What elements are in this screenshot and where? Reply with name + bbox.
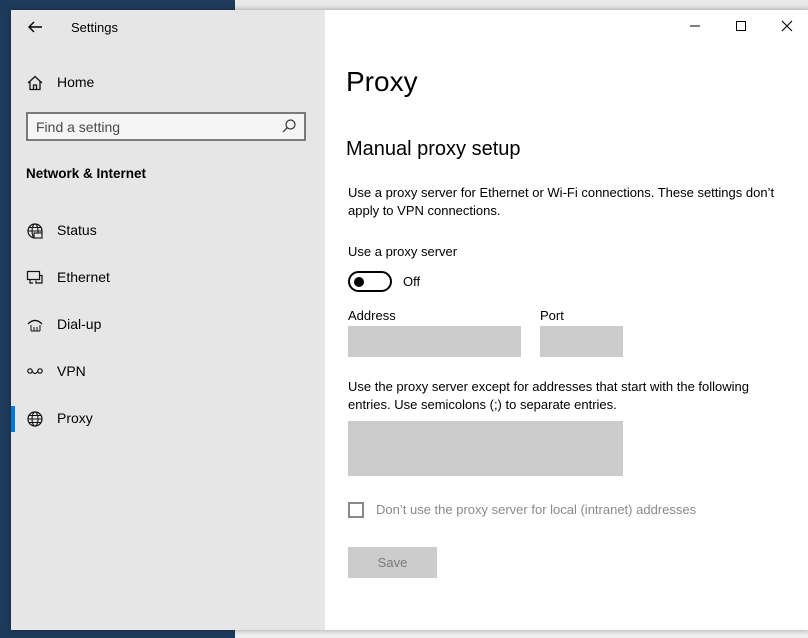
toggle-knob	[354, 277, 364, 287]
use-proxy-toggle[interactable]	[348, 271, 392, 292]
sidebar-item-label: Status	[57, 222, 97, 238]
sidebar-item-dial-up[interactable]: Dial-up	[11, 308, 325, 342]
minimize-button[interactable]	[672, 10, 718, 42]
vpn-icon	[25, 362, 45, 382]
sidebar-item-proxy[interactable]: Proxy	[11, 402, 325, 436]
sidebar-item-home[interactable]: Home	[11, 66, 325, 100]
section-heading: Network & Internet	[26, 166, 147, 181]
sidebar-item-label: Ethernet	[57, 269, 110, 285]
close-icon	[781, 20, 793, 32]
proxy-description: Use a proxy server for Ethernet or Wi-Fi…	[348, 185, 775, 218]
save-button[interactable]: Save	[348, 547, 437, 578]
back-arrow-icon	[28, 21, 42, 33]
sidebar-item-label: VPN	[57, 363, 86, 379]
search-box[interactable]	[26, 112, 306, 141]
close-button[interactable]	[764, 10, 808, 42]
maximize-button[interactable]	[718, 10, 764, 42]
search-icon[interactable]	[280, 117, 298, 135]
minimize-icon	[690, 25, 700, 27]
ethernet-icon	[25, 268, 45, 288]
port-field[interactable]	[540, 326, 623, 357]
sidebar: Settings Home Network & Internet Status	[11, 10, 325, 630]
sidebar-item-status[interactable]: Status	[11, 214, 325, 248]
back-button[interactable]	[25, 17, 45, 37]
port-label: Port	[540, 308, 564, 323]
toggle-state-label: Off	[403, 274, 421, 289]
sidebar-item-label: Dial-up	[57, 316, 102, 332]
maximize-icon	[736, 21, 746, 31]
exceptions-field[interactable]	[348, 421, 623, 476]
local-addresses-label[interactable]: Don’t use the proxy server for local (in…	[376, 502, 696, 517]
address-label: Address	[348, 308, 396, 323]
exceptions-description: Use the proxy server except for addresse…	[348, 379, 750, 412]
page-title: Proxy	[346, 66, 418, 97]
app-title: Settings	[71, 20, 118, 35]
search-input[interactable]	[36, 117, 276, 137]
globe-status-icon	[25, 221, 45, 241]
home-icon	[25, 73, 45, 93]
globe-icon	[25, 409, 45, 429]
dial-up-icon	[25, 315, 45, 335]
section-title: Manual proxy setup	[346, 138, 521, 160]
address-field[interactable]	[348, 326, 521, 357]
use-proxy-label: Use a proxy server	[348, 244, 458, 259]
settings-window: Settings Home Network & Internet Status	[11, 10, 808, 630]
sidebar-item-vpn[interactable]: VPN	[11, 355, 325, 389]
content-pane: Proxy Manual proxy setup Use a proxy ser…	[325, 10, 808, 630]
sidebar-item-label: Home	[57, 74, 95, 90]
local-addresses-checkbox[interactable]	[348, 502, 364, 518]
sidebar-item-label: Proxy	[57, 410, 93, 426]
sidebar-item-ethernet[interactable]: Ethernet	[11, 261, 325, 295]
selection-indicator	[11, 406, 15, 432]
